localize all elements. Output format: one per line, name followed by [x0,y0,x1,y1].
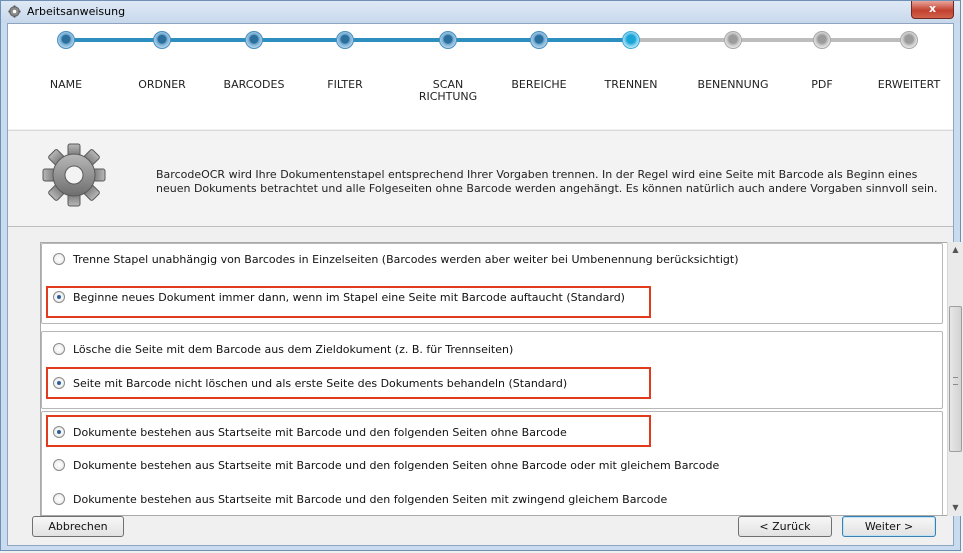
option-label: Dokumente bestehen aus Startseite mit Ba… [73,492,668,506]
option-start-page-same-barcode[interactable]: Dokumente bestehen aus Startseite mit Ba… [53,457,719,473]
step-indicator [153,31,171,49]
step-label: NAME [49,78,83,91]
gear-icon [8,5,21,18]
step-label: PDF [811,78,833,91]
step-label: ORDNER [138,78,186,91]
step-label: BENENNUNG [697,78,769,91]
step-label-line: RICHTUNG [418,90,478,103]
option-start-page-mandatory-barcode[interactable]: Dokumente bestehen aus Startseite mit Ba… [53,491,667,507]
highlight-box [46,415,651,447]
info-text: BarcodeOCR wird Ihre Dokumentenstapel en… [156,168,938,195]
step-indicator [622,31,640,49]
step-indicator [724,31,742,49]
title-bar[interactable]: Arbeitsanweisung x [1,1,960,23]
close-button[interactable]: x [911,1,954,19]
step-label: BARCODES [223,78,285,91]
highlight-box [46,286,651,318]
step-indicator [813,31,831,49]
step-indicator [57,31,75,49]
option-delete-barcode-page[interactable]: Lösche die Seite mit dem Barcode aus dem… [53,341,513,357]
grip-icon [953,377,958,385]
dialog-window: Arbeitsanweisung x NAME ORDNER BARCODES [0,0,963,551]
step-label: FILTER [327,78,363,91]
dialog-content: NAME ORDNER BARCODES FILTER SCAN RICHTUN… [7,23,963,546]
vertical-scrollbar[interactable]: ▲ ▼ [947,242,963,516]
next-button[interactable]: Weiter > [842,516,936,537]
step-label: TRENNEN [604,78,658,91]
step-label: ERWEITERT [877,78,941,91]
option-split-single-pages[interactable]: Trenne Stapel unabhängig von Barcodes in… [53,251,739,267]
radio-button[interactable] [53,459,65,471]
option-label: Lösche die Seite mit dem Barcode aus dem… [73,342,514,356]
wizard-steps: NAME ORDNER BARCODES FILTER SCAN RICHTUN… [8,24,953,129]
gear-icon [42,143,106,207]
step-indicator [336,31,354,49]
scroll-down-arrow-icon[interactable]: ▼ [948,500,963,516]
highlight-box [46,367,651,399]
options-panel: Trenne Stapel unabhängig von Barcodes in… [40,242,948,516]
scroll-up-arrow-icon[interactable]: ▲ [948,242,963,258]
option-label: Dokumente bestehen aus Startseite mit Ba… [73,458,720,472]
back-button[interactable]: < Zurück [738,516,832,537]
option-label: Trenne Stapel unabhängig von Barcodes in… [73,252,739,266]
scroll-thumb[interactable] [949,306,962,452]
step-label: SCAN RICHTUNG [403,79,493,103]
radio-button[interactable] [53,343,65,355]
radio-button[interactable] [53,493,65,505]
step-indicator [245,31,263,49]
window-title: Arbeitsanweisung [27,5,126,18]
close-icon: x [928,2,937,15]
cancel-button[interactable]: Abbrechen [32,516,124,537]
radio-button[interactable] [53,253,65,265]
step-indicator [439,31,457,49]
step-indicator [900,31,918,49]
step-indicator [530,31,548,49]
step-label: BEREICHE [511,78,567,91]
wizard-track [65,38,909,42]
